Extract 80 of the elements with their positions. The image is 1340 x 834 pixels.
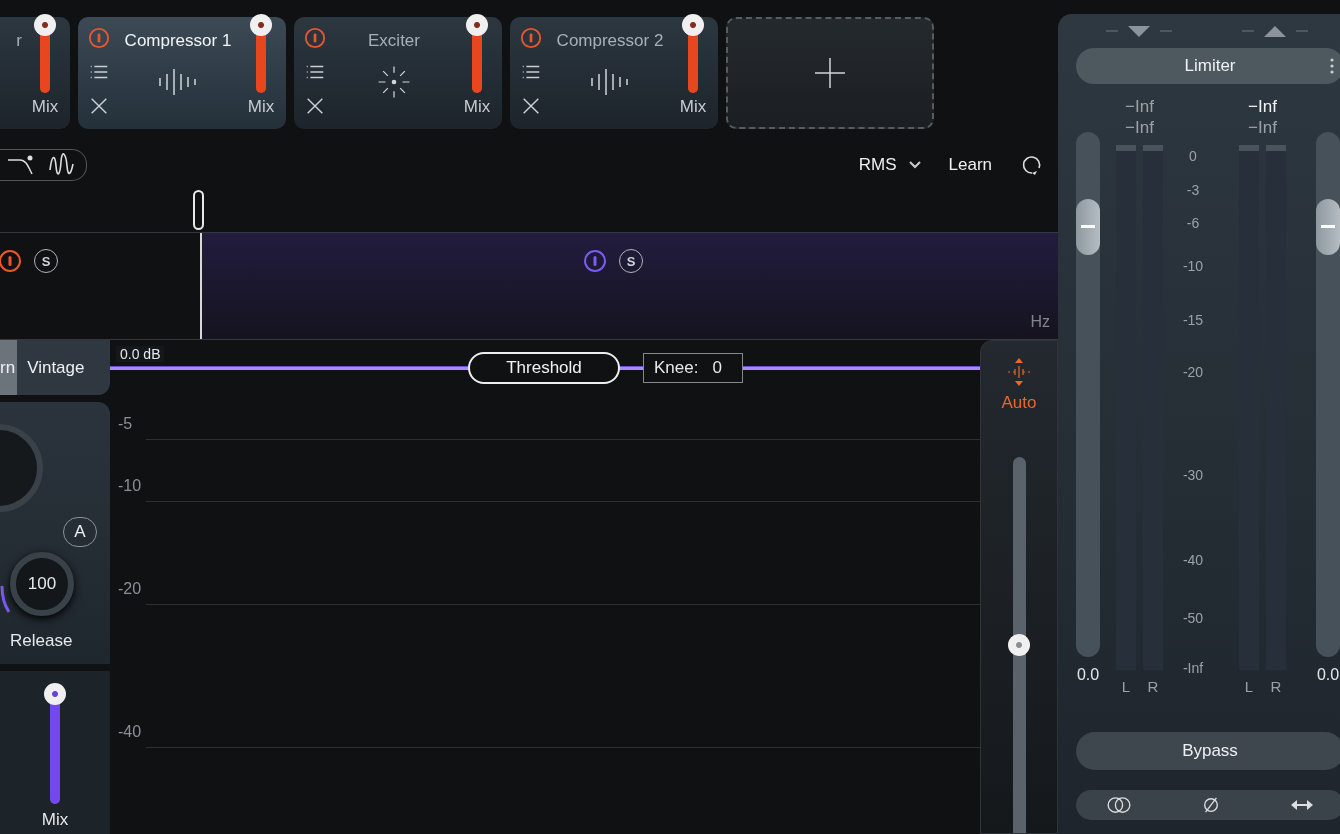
- peak-readout: −Inf: [1248, 96, 1277, 117]
- close-icon[interactable]: [88, 95, 110, 117]
- width-arrows-icon[interactable]: [1290, 799, 1314, 811]
- learn-button[interactable]: Learn: [948, 155, 992, 175]
- mix-label: Mix: [463, 97, 491, 117]
- power-icon[interactable]: [304, 27, 326, 49]
- wave-icon[interactable]: [46, 152, 76, 178]
- module-card[interactable]: Exciter Mix: [294, 17, 502, 129]
- mode-tab[interactable]: rn: [0, 340, 18, 395]
- limiter-button[interactable]: Limiter: [1076, 48, 1340, 84]
- power-icon[interactable]: [0, 249, 22, 273]
- scale-label: -Inf: [1181, 660, 1205, 676]
- gain-label: -10: [118, 477, 142, 495]
- peak-readout: −Inf: [1125, 96, 1154, 117]
- knee-field[interactable]: Knee: 0: [643, 353, 743, 383]
- scale-label: -30: [1181, 467, 1205, 483]
- mix-label: Mix: [31, 97, 59, 117]
- axis-unit: Hz: [1030, 313, 1050, 331]
- gain-slider[interactable]: [1316, 132, 1340, 657]
- mix-label: Mix: [679, 97, 707, 117]
- scale-label: -40: [1181, 552, 1205, 568]
- threshold-value: 0.0 dB: [116, 346, 165, 362]
- gain-label: -40: [118, 723, 142, 741]
- gain-label: -20: [118, 580, 142, 598]
- module-name: Compressor 1: [124, 31, 232, 51]
- chevron-icon: [908, 161, 921, 169]
- scale-label: 0: [1188, 148, 1198, 164]
- filter-shape-selector[interactable]: [0, 149, 87, 181]
- stereo-icon[interactable]: [1106, 796, 1132, 814]
- module-name: Exciter: [368, 31, 420, 51]
- mix-slider[interactable]: [250, 14, 272, 93]
- mix-slider[interactable]: [44, 683, 66, 804]
- mode-tab[interactable]: Vintage: [17, 340, 99, 395]
- power-icon[interactable]: [88, 27, 110, 49]
- scale-label: -10: [1181, 258, 1205, 274]
- gain-slider[interactable]: [1076, 132, 1100, 657]
- knob-label: Release: [10, 631, 73, 651]
- mix-slider[interactable]: [466, 14, 488, 93]
- power-icon[interactable]: [583, 249, 607, 273]
- band-region[interactable]: S Hz: [200, 233, 1058, 339]
- crossover-handle[interactable]: [193, 190, 204, 230]
- band-region[interactable]: S: [0, 233, 200, 339]
- power-icon[interactable]: [520, 27, 542, 49]
- scale-label: -50: [1181, 610, 1205, 626]
- channel-label: L: [1121, 678, 1131, 695]
- gain-value: 0.0: [1316, 666, 1340, 684]
- gain-value: 0.0: [1076, 666, 1100, 684]
- detection-dropdown[interactable]: RMS: [858, 155, 921, 175]
- bypass-button[interactable]: Bypass: [1076, 732, 1340, 770]
- phase-icon[interactable]: [1202, 796, 1220, 814]
- rms-readout: −Inf: [1125, 117, 1154, 138]
- scale-label: -6: [1185, 215, 1201, 231]
- mix-label: Mix: [41, 810, 69, 830]
- close-icon[interactable]: [520, 95, 542, 117]
- module-card[interactable]: r Mix: [0, 17, 70, 129]
- more-icon[interactable]: [1330, 58, 1334, 74]
- gain-label: -5: [118, 415, 133, 433]
- up-arrow-icon[interactable]: [1240, 24, 1310, 38]
- add-module-button[interactable]: [726, 17, 934, 129]
- module-card[interactable]: Compressor 1 Mix: [78, 17, 286, 129]
- down-arrow-icon[interactable]: [1104, 24, 1174, 38]
- mix-slider[interactable]: [34, 14, 56, 93]
- arc-indicator: [0, 584, 10, 614]
- module-name: r: [16, 31, 22, 51]
- scale-label: -3: [1185, 182, 1201, 198]
- rms-readout: −Inf: [1248, 117, 1277, 138]
- threshold-handle[interactable]: Threshold: [468, 352, 620, 384]
- scale-label: -15: [1181, 312, 1205, 328]
- module-name: Compressor 2: [556, 31, 664, 51]
- channel-label: R: [1270, 678, 1282, 695]
- channel-label: R: [1147, 678, 1159, 695]
- plus-icon: [813, 56, 847, 90]
- mix-label: Mix: [247, 97, 275, 117]
- mix-slider[interactable]: [682, 14, 704, 93]
- channel-label: L: [1244, 678, 1254, 695]
- module-card[interactable]: Compressor 2 Mix: [510, 17, 718, 129]
- close-icon[interactable]: [304, 95, 326, 117]
- scale-label: -20: [1181, 364, 1205, 380]
- auto-label[interactable]: Auto: [1001, 393, 1037, 413]
- release-knob[interactable]: 100: [10, 552, 74, 616]
